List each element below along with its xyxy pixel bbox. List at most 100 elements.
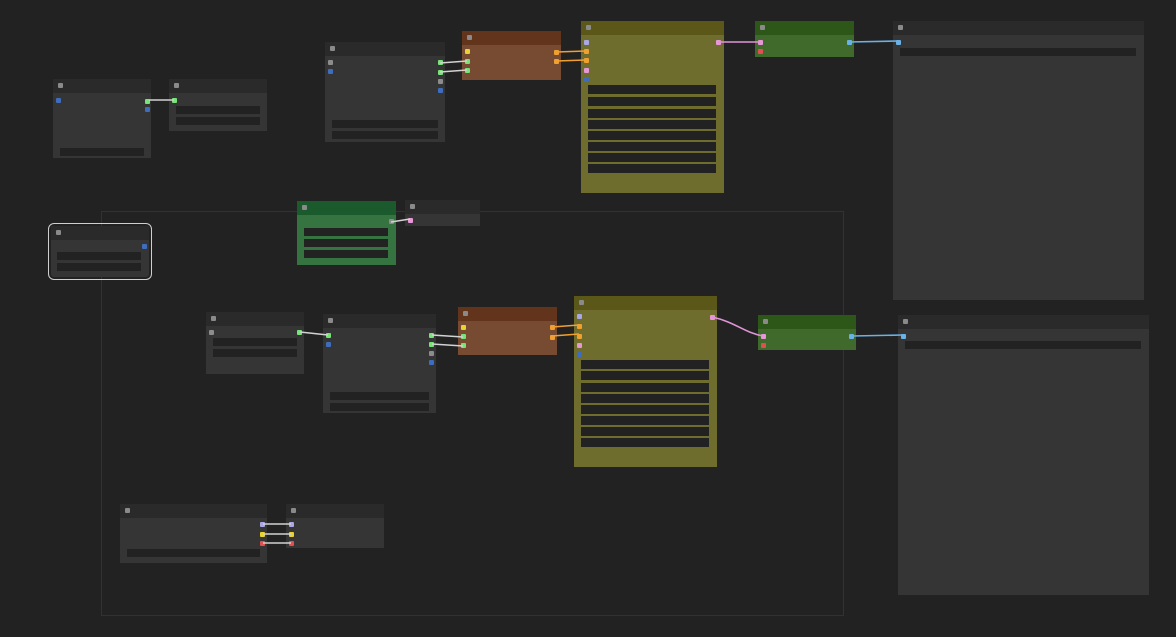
node-widget[interactable] bbox=[581, 416, 709, 425]
collapse-dot-icon[interactable] bbox=[291, 508, 296, 513]
output-slot[interactable] bbox=[142, 244, 147, 249]
input-slot[interactable] bbox=[584, 58, 589, 63]
node-title-bar[interactable] bbox=[286, 504, 384, 518]
node-widget[interactable] bbox=[127, 549, 260, 557]
input-slot[interactable] bbox=[577, 324, 582, 329]
node-widget[interactable] bbox=[304, 228, 388, 236]
input-slot[interactable] bbox=[584, 49, 589, 54]
node-widget[interactable] bbox=[581, 438, 709, 447]
node-title-bar[interactable] bbox=[758, 315, 856, 329]
input-slot[interactable] bbox=[758, 49, 763, 54]
input-slot[interactable] bbox=[461, 334, 466, 339]
group-node-a[interactable] bbox=[120, 504, 267, 563]
input-slot[interactable] bbox=[461, 325, 466, 330]
decode-node-2[interactable] bbox=[574, 296, 717, 467]
output-slot[interactable] bbox=[710, 315, 715, 320]
node-title-bar[interactable] bbox=[462, 31, 561, 45]
preview-node-1[interactable] bbox=[755, 21, 854, 57]
node-widget[interactable] bbox=[581, 360, 709, 369]
node-widget[interactable] bbox=[588, 164, 716, 173]
prompt-node-2[interactable] bbox=[323, 314, 436, 413]
output-slot[interactable] bbox=[389, 219, 394, 224]
collapse-dot-icon[interactable] bbox=[58, 83, 63, 88]
node-widget[interactable] bbox=[332, 120, 438, 128]
decode-node-1[interactable] bbox=[581, 21, 724, 193]
input-slot[interactable] bbox=[584, 77, 589, 82]
input-slot[interactable] bbox=[461, 343, 466, 348]
input-slot[interactable] bbox=[761, 334, 766, 339]
input-slot[interactable] bbox=[465, 68, 470, 73]
input-slot[interactable] bbox=[584, 68, 589, 73]
collapse-dot-icon[interactable] bbox=[174, 83, 179, 88]
node-widget[interactable] bbox=[588, 85, 716, 94]
collapse-dot-icon[interactable] bbox=[410, 204, 415, 209]
input-slot[interactable] bbox=[289, 541, 294, 546]
node-widget[interactable] bbox=[588, 120, 716, 129]
node-title-bar[interactable] bbox=[325, 42, 445, 56]
image-preview-node-1[interactable] bbox=[893, 21, 1144, 300]
node-title-bar[interactable] bbox=[51, 226, 149, 240]
node-widget[interactable] bbox=[213, 349, 297, 357]
node-title-bar[interactable] bbox=[169, 79, 267, 93]
node-widget[interactable] bbox=[57, 263, 141, 271]
node-title-bar[interactable] bbox=[120, 504, 267, 518]
output-slot[interactable] bbox=[554, 59, 559, 64]
collapse-dot-icon[interactable] bbox=[579, 300, 584, 305]
output-slot[interactable] bbox=[260, 541, 265, 546]
node-widget[interactable] bbox=[330, 403, 429, 411]
reroute-node[interactable] bbox=[405, 200, 480, 226]
node-title-bar[interactable] bbox=[297, 201, 396, 215]
output-slot[interactable] bbox=[145, 99, 150, 104]
prompt-node-1[interactable] bbox=[325, 42, 445, 142]
sampler-node-2[interactable] bbox=[458, 307, 557, 355]
input-slot[interactable] bbox=[761, 343, 766, 348]
input-slot[interactable] bbox=[577, 334, 582, 339]
input-slot[interactable] bbox=[758, 40, 763, 45]
input-slot[interactable] bbox=[577, 314, 582, 319]
output-slot[interactable] bbox=[260, 532, 265, 537]
group-node-b[interactable] bbox=[286, 504, 384, 548]
node-widget[interactable] bbox=[900, 48, 1136, 56]
node-title-bar[interactable] bbox=[206, 312, 304, 326]
input-slot[interactable] bbox=[577, 343, 582, 348]
input-slot[interactable] bbox=[289, 532, 294, 537]
sampler-node-1[interactable] bbox=[462, 31, 561, 80]
input-slot[interactable] bbox=[584, 40, 589, 45]
load-checkpoint-node-2[interactable] bbox=[206, 312, 304, 374]
collapse-dot-icon[interactable] bbox=[763, 319, 768, 324]
node-widget[interactable] bbox=[588, 142, 716, 151]
output-slot[interactable] bbox=[849, 334, 854, 339]
node-title-bar[interactable] bbox=[755, 21, 854, 35]
output-slot[interactable] bbox=[438, 88, 443, 93]
node-title-bar[interactable] bbox=[323, 314, 436, 328]
input-slot[interactable] bbox=[326, 342, 331, 347]
collapse-dot-icon[interactable] bbox=[328, 318, 333, 323]
output-slot[interactable] bbox=[429, 351, 434, 356]
node-widget[interactable] bbox=[176, 117, 260, 125]
node-widget[interactable] bbox=[588, 97, 716, 106]
output-slot[interactable] bbox=[438, 79, 443, 84]
node-widget[interactable] bbox=[581, 371, 709, 380]
collapse-dot-icon[interactable] bbox=[463, 311, 468, 316]
node-widget[interactable] bbox=[905, 341, 1141, 349]
node-widget[interactable] bbox=[304, 250, 388, 258]
node-widget[interactable] bbox=[332, 131, 438, 139]
node-widget[interactable] bbox=[330, 392, 429, 400]
output-slot[interactable] bbox=[550, 325, 555, 330]
image-preview-node-2[interactable] bbox=[898, 315, 1149, 595]
clip-node-1[interactable] bbox=[169, 79, 267, 131]
input-slot[interactable] bbox=[326, 333, 331, 338]
collapse-dot-icon[interactable] bbox=[898, 25, 903, 30]
input-slot[interactable] bbox=[465, 59, 470, 64]
node-widget[interactable] bbox=[60, 148, 144, 156]
collapse-dot-icon[interactable] bbox=[903, 319, 908, 324]
output-slot[interactable] bbox=[847, 40, 852, 45]
input-slot[interactable] bbox=[577, 352, 582, 357]
node-widget[interactable] bbox=[581, 405, 709, 414]
node-widget[interactable] bbox=[588, 153, 716, 162]
output-slot[interactable] bbox=[429, 333, 434, 338]
input-slot[interactable] bbox=[901, 334, 906, 339]
node-widget[interactable] bbox=[213, 338, 297, 346]
node-widget[interactable] bbox=[581, 394, 709, 403]
collapse-dot-icon[interactable] bbox=[125, 508, 130, 513]
